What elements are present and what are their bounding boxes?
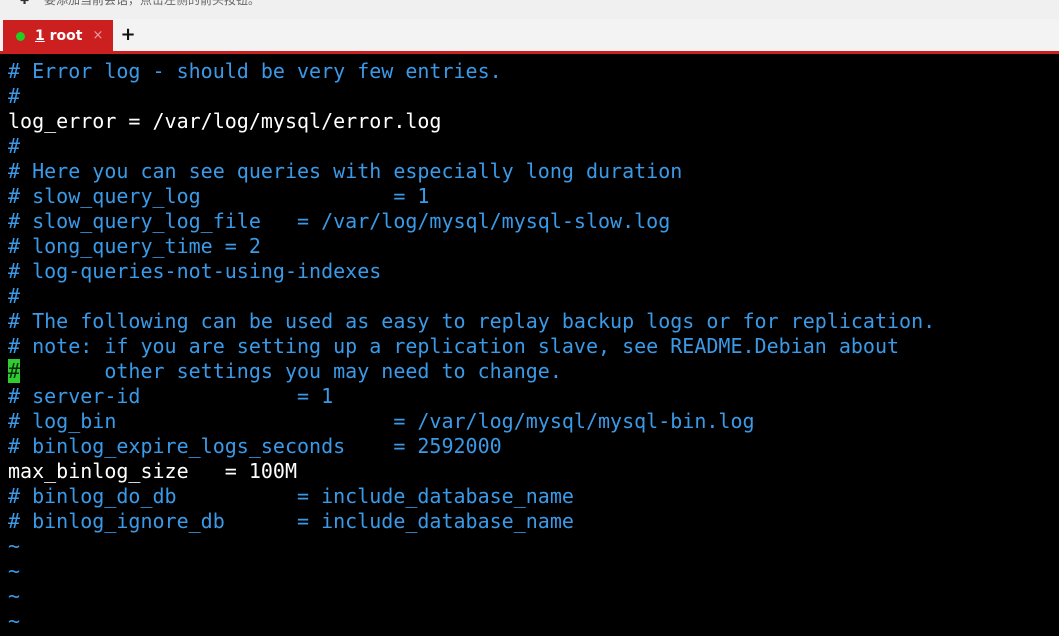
terminal-line: log_error = /var/log/mysql/error.log [8,109,442,133]
empty-line-tilde: ~ [8,559,21,583]
connection-status-icon [16,32,25,41]
session-hint-text: 要添加当前会话，点击左侧的箭头按钮。 [44,0,261,7]
terminal-line: max_binlog_size = 100M [8,459,297,483]
tab-session-root[interactable]: 1 root × [3,20,113,54]
text-cursor: # [8,359,21,383]
terminal-line: # Here you can see queries with especial… [8,159,683,183]
terminal-line: # [8,284,21,308]
terminal-line: # The following can be used as easy to r… [8,309,936,333]
terminal-line: # [8,134,21,158]
session-hint-bar: ✚ 要添加当前会话，点击左侧的箭头按钮。 [0,0,1059,19]
terminal-line: # server-id = 1 [8,384,334,408]
terminal-line: # log-queries-not-using-indexes [8,259,382,283]
empty-line-tilde: ~ [8,584,21,608]
terminal-output[interactable]: # Error log - should be very few entries… [0,54,1059,636]
empty-line-tilde: ~ [8,534,21,558]
terminal-line: # slow_query_log = 1 [8,184,430,208]
terminal-line: # binlog_do_db = include_database_name [8,484,574,508]
terminal-line: # log_bin = /var/log/mysql/mysql-bin.log [8,409,755,433]
empty-line-tilde: ~ [8,609,21,633]
terminal-line: # slow_query_log_file = /var/log/mysql/m… [8,209,671,233]
terminal-window: ✚ 要添加当前会话，点击左侧的箭头按钮。 1 root × + # Error … [0,0,1059,636]
terminal-line: # binlog_expire_logs_seconds = 2592000 [8,434,502,458]
terminal-line: # [8,84,21,108]
terminal-line: # long_query_time = 2 [8,234,261,258]
terminal-line: # binlog_ignore_db = include_database_na… [8,509,574,533]
terminal-line-text: other settings you may need to change. [20,359,562,383]
add-tab-button[interactable]: + [118,24,138,46]
pin-icon: ✚ [20,0,30,7]
terminal-line: # Error log - should be very few entries… [8,59,502,83]
tab-bar [0,19,1059,51]
terminal-line: # other settings you may need to change. [8,359,562,384]
tab-number: 1 [35,28,45,44]
tab-title: root [49,28,83,44]
tab-label: 1 root [35,27,82,45]
close-tab-icon[interactable]: × [91,27,105,45]
terminal-line: # note: if you are setting up a replicat… [8,334,900,358]
